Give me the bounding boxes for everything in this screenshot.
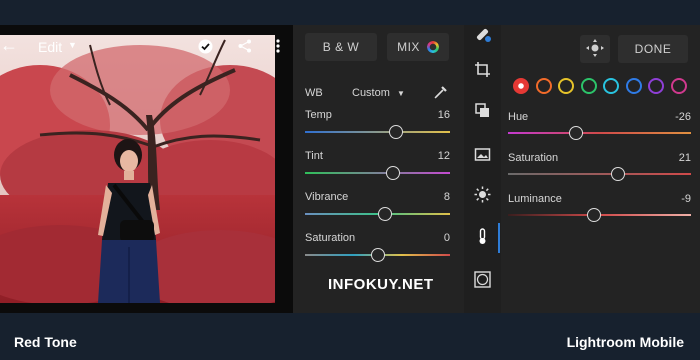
healing-icon[interactable] [474, 26, 491, 43]
slider-knob[interactable] [587, 208, 601, 222]
slider-track[interactable] [305, 172, 450, 174]
slider-track[interactable] [508, 132, 691, 134]
image-adjust-icon[interactable] [474, 146, 491, 163]
color-wheel-icon [426, 41, 439, 53]
caption-right: Lightroom Mobile [566, 334, 684, 350]
slider-label: Saturation [305, 232, 356, 244]
edited-photo [0, 35, 275, 303]
color-dot[interactable] [558, 78, 574, 94]
light-color-panel: B & W MIX WB Custom ▼ Temp 16 Tint 12 Vibran… [293, 25, 464, 313]
color-dot[interactable] [625, 78, 642, 94]
chevron-down-icon[interactable]: ▼ [68, 40, 77, 50]
color-dot[interactable] [580, 78, 597, 94]
editor-topbar: ← Edit ▼ [0, 25, 293, 69]
light-icon[interactable] [474, 186, 491, 203]
editor-title[interactable]: Edit [38, 39, 62, 55]
slider-label: Tint [305, 150, 323, 162]
color-dot-selected[interactable] [513, 78, 529, 94]
slider-knob[interactable] [389, 125, 404, 139]
share-icon[interactable] [238, 39, 252, 58]
slider-knob[interactable] [386, 166, 401, 180]
slider-value: 12 [437, 150, 450, 162]
slider-label: Hue [508, 111, 529, 123]
color-dot[interactable] [670, 78, 687, 94]
temperature-icon[interactable] [474, 228, 491, 245]
color-dot[interactable] [535, 78, 552, 94]
eyedropper-icon[interactable] [433, 84, 449, 105]
slider-knob[interactable] [370, 248, 385, 262]
target-adjust-button[interactable] [580, 35, 610, 63]
caption-left: Red Tone [14, 334, 77, 350]
crop-icon[interactable] [474, 61, 491, 78]
done-button[interactable]: DONE [618, 35, 688, 63]
vignette-icon[interactable] [474, 271, 491, 288]
color-dot[interactable] [648, 78, 664, 94]
slider-value: -26 [675, 111, 691, 123]
slider-track[interactable] [305, 131, 450, 133]
layers-icon[interactable] [474, 102, 491, 119]
wb-label: WB [305, 87, 323, 99]
canvas: ← Edit ▼ B & W MIX WB Custom ▼ Temp 16 T… [0, 0, 700, 360]
slider-label: Luminance [508, 193, 562, 205]
watermark: INFOKUY.NET [328, 276, 434, 293]
color-dot[interactable] [603, 78, 619, 94]
wb-dropdown[interactable]: Custom ▼ [352, 87, 405, 99]
slider-track[interactable] [508, 173, 691, 175]
photo-pane: ← Edit ▼ [0, 25, 293, 313]
active-tool-indicator [498, 223, 500, 253]
tool-strip [464, 25, 501, 313]
slider-value: 8 [443, 191, 450, 203]
more-vertical-icon[interactable] [276, 39, 280, 58]
slider-value: 16 [437, 109, 450, 121]
slider-knob[interactable] [610, 167, 625, 181]
slider-value: 0 [443, 232, 450, 244]
chevron-down-icon: ▼ [396, 89, 405, 98]
mix-label: MIX [397, 40, 420, 54]
color-mix-panel: DONE Hue -26 Saturation 21 Luminance -9 [501, 25, 700, 313]
slider-label: Vibrance [305, 191, 349, 203]
arrow-left-icon[interactable]: ← [0, 36, 18, 54]
slider-knob[interactable] [377, 207, 392, 221]
slider-label: Saturation [508, 152, 559, 164]
slider-label: Temp [305, 109, 332, 121]
bw-button[interactable]: B & W [305, 33, 377, 61]
slider-knob[interactable] [568, 126, 583, 140]
check-circle-icon[interactable] [198, 39, 213, 59]
target-adjust-icon [586, 38, 604, 60]
slider-value: 21 [678, 152, 691, 164]
wb-value: Custom [352, 87, 390, 99]
mix-button[interactable]: MIX [387, 33, 449, 61]
slider-value: -9 [681, 193, 691, 205]
